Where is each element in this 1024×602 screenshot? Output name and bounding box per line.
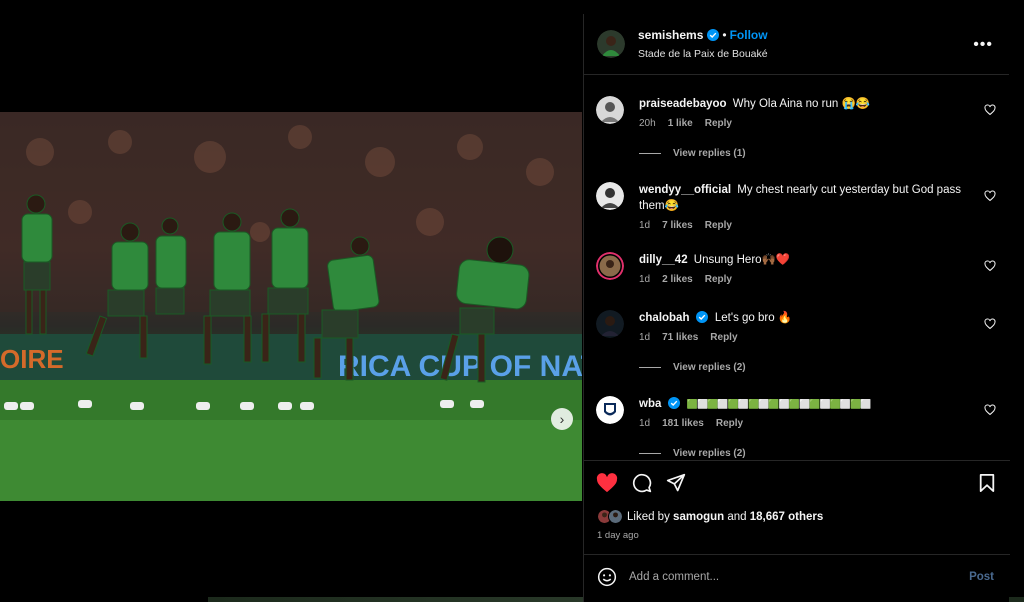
post-comment-button[interactable]: Post: [969, 571, 994, 583]
view-replies-button[interactable]: View replies (2): [639, 448, 746, 459]
liked-by-others[interactable]: 18,667 others: [750, 511, 824, 523]
comment-like-count[interactable]: 181 likes: [662, 418, 704, 429]
comment-username[interactable]: chalobah: [639, 312, 689, 324]
comment-meta: 1d 71 likes Reply: [639, 332, 738, 343]
commenter-avatar[interactable]: [596, 396, 624, 424]
commenter-avatar[interactable]: [596, 182, 624, 210]
comment-time[interactable]: 1d: [639, 418, 650, 429]
comment-icon[interactable]: [632, 473, 652, 493]
verified-badge-icon: [695, 311, 708, 323]
comment-username[interactable]: wba: [639, 398, 661, 410]
comment-time[interactable]: 1d: [639, 332, 650, 343]
comment-body: wendyy__official My chest nearly cut yes…: [639, 182, 979, 214]
comment-username[interactable]: wendyy__official: [639, 184, 731, 196]
comment-time[interactable]: 1d: [639, 274, 650, 285]
comment-item: wendyy__official My chest nearly cut yes…: [596, 182, 996, 238]
svg-text:RICA CUP OF NATI: RICA CUP OF NATI: [338, 350, 582, 383]
liker-avatar[interactable]: [608, 509, 623, 524]
comment-item: chalobah Let's go bro 🔥 1d 71 likes Repl…: [596, 310, 996, 390]
comment-like-count[interactable]: 1 like: [668, 118, 693, 129]
comment-reply-button[interactable]: Reply: [705, 274, 732, 285]
comment-meta: 20h 1 like Reply: [639, 118, 732, 129]
comment-meta: 1d 181 likes Reply: [639, 418, 743, 429]
post-action-bar: [584, 460, 1010, 504]
comment-text: Let's go bro 🔥: [714, 312, 793, 324]
football-celebration-image: OIRE RICA CUP OF NATI: [0, 112, 582, 501]
comment-like-heart-icon[interactable]: [984, 260, 996, 272]
comment-body: chalobah Let's go bro 🔥: [639, 310, 979, 326]
comment-like-count[interactable]: 7 likes: [662, 220, 693, 231]
view-replies-label: View replies (2): [673, 448, 746, 459]
comments-list[interactable]: praiseadebayoo Why Ola Aina no run 😭😂 20…: [584, 76, 1010, 460]
comment-time[interactable]: 20h: [639, 118, 656, 129]
comment-reply-button[interactable]: Reply: [710, 332, 737, 343]
post-side-panel: semishems • Follow Stade de la Paix de B…: [583, 14, 1010, 602]
comment-like-heart-icon[interactable]: [984, 190, 996, 202]
comment-like-heart-icon[interactable]: [984, 318, 996, 330]
post-timestamp[interactable]: 1 day ago: [597, 530, 639, 541]
commenter-avatar[interactable]: [596, 310, 624, 338]
more-options-icon[interactable]: •••: [973, 36, 993, 54]
add-comment-input[interactable]: [629, 570, 949, 583]
chevron-right-icon: ›: [559, 411, 565, 427]
comment-like-count[interactable]: 2 likes: [662, 274, 693, 285]
follow-button[interactable]: Follow: [730, 28, 768, 42]
view-replies-label: View replies (2): [673, 362, 746, 373]
comment-item: praiseadebayoo Why Ola Aina no run 😭😂 20…: [596, 96, 996, 176]
comment-text: Why Ola Aina no run 😭😂: [732, 98, 871, 110]
comment-text: 🟩⬜🟩⬜🟩⬜🟩⬜🟩⬜🟩⬜🟩⬜🟩⬜🟩⬜: [686, 399, 872, 409]
comment-body: wba 🟩⬜🟩⬜🟩⬜🟩⬜🟩⬜🟩⬜🟩⬜🟩⬜🟩⬜: [639, 396, 979, 412]
comment-text: Unsung Hero🙌🏾❤️: [693, 254, 791, 266]
comment-body: dilly__42 Unsung Hero🙌🏾❤️: [639, 252, 979, 268]
comment-reply-button[interactable]: Reply: [705, 118, 732, 129]
comment-like-heart-icon[interactable]: [984, 104, 996, 116]
commenter-avatar-story-ring[interactable]: [596, 252, 624, 280]
comment-item: dilly__42 Unsung Hero🙌🏾❤️ 1d 2 likes Rep…: [596, 252, 996, 296]
save-bookmark-icon[interactable]: [978, 473, 996, 493]
liked-by-conj: and: [727, 510, 747, 523]
post-header: semishems • Follow Stade de la Paix de B…: [584, 14, 1009, 75]
comment-time[interactable]: 1d: [639, 220, 650, 231]
verified-badge-icon: [667, 397, 680, 409]
comment-reply-button[interactable]: Reply: [716, 418, 743, 429]
author-avatar[interactable]: [597, 30, 625, 58]
view-replies-button[interactable]: View replies (1): [639, 148, 746, 159]
post-location[interactable]: Stade de la Paix de Bouaké: [638, 48, 768, 60]
likes-summary: Liked by samogun and 18,667 others: [597, 509, 823, 524]
comment-composer: Post: [584, 554, 1010, 598]
emoji-icon[interactable]: [597, 567, 617, 587]
liked-by-user[interactable]: samogun: [673, 511, 724, 523]
comment-like-count[interactable]: 71 likes: [662, 332, 698, 343]
share-send-icon[interactable]: [666, 473, 686, 493]
carousel-next-button[interactable]: ›: [551, 408, 573, 430]
liked-by-prefix: Liked by: [627, 510, 670, 523]
post-media-area: OIRE RICA CUP OF NATI ›: [0, 0, 582, 602]
view-replies-label: View replies (1): [673, 148, 746, 159]
commenter-avatar[interactable]: [596, 96, 624, 124]
view-replies-button[interactable]: View replies (2): [639, 362, 746, 373]
comment-meta: 1d 7 likes Reply: [639, 220, 732, 231]
comment-item: wba 🟩⬜🟩⬜🟩⬜🟩⬜🟩⬜🟩⬜🟩⬜🟩⬜🟩⬜ 1d 181 likes Repl…: [596, 396, 996, 460]
header-separator: •: [722, 28, 727, 42]
verified-badge-icon: [707, 29, 720, 41]
comment-meta: 1d 2 likes Reply: [639, 274, 732, 285]
comment-like-heart-icon[interactable]: [984, 404, 996, 416]
author-username[interactable]: semishems: [638, 28, 703, 42]
comment-reply-button[interactable]: Reply: [705, 220, 732, 231]
comment-username[interactable]: dilly__42: [639, 254, 688, 266]
like-heart-icon[interactable]: [596, 473, 618, 493]
comment-username[interactable]: praiseadebayoo: [639, 98, 727, 110]
post-photo[interactable]: OIRE RICA CUP OF NATI ›: [0, 112, 582, 501]
svg-text:OIRE: OIRE: [0, 344, 64, 374]
comment-body: praiseadebayoo Why Ola Aina no run 😭😂: [639, 96, 979, 112]
